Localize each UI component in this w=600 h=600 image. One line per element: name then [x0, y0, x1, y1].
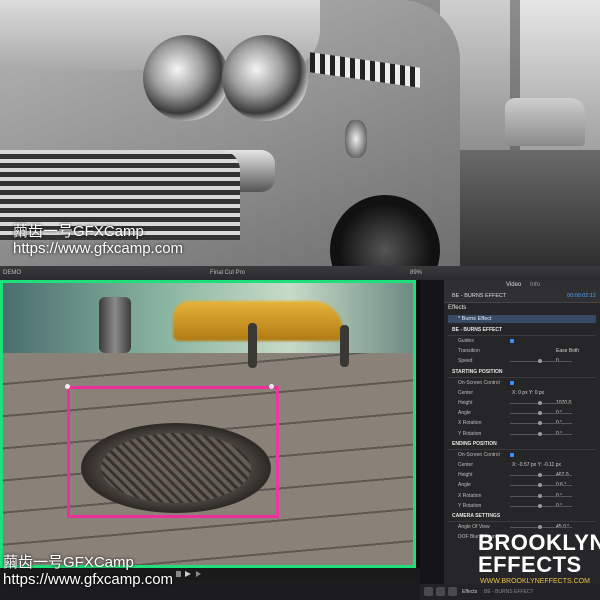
- slider-knob[interactable]: [538, 401, 542, 405]
- bollard: [248, 323, 257, 368]
- box-handle[interactable]: [269, 384, 274, 389]
- tool-icon[interactable]: [436, 587, 445, 596]
- param-slider[interactable]: [510, 411, 572, 416]
- param-slider[interactable]: [510, 525, 572, 529]
- param-slider[interactable]: [510, 493, 572, 498]
- divider: [448, 376, 596, 378]
- slider-knob[interactable]: [538, 359, 542, 364]
- blurred-taxi: [173, 301, 343, 341]
- brand-url: WWW.BROOKLYNEFFECTS.COM: [480, 578, 590, 585]
- background-cab: [505, 98, 585, 146]
- tool-icon[interactable]: [424, 587, 433, 596]
- end-position-box[interactable]: [67, 386, 279, 518]
- forward-icon[interactable]: [196, 571, 201, 577]
- param-label: On-Screen Control: [458, 451, 500, 458]
- param-value[interactable]: Ease Both: [556, 348, 579, 354]
- play-icon[interactable]: [185, 571, 191, 577]
- param-slider[interactable]: [510, 421, 572, 426]
- clip-header: BE - BURNS EFFECT 00:00:02:12: [444, 290, 600, 303]
- box-handle[interactable]: [65, 384, 70, 389]
- param-slider[interactable]: [510, 473, 572, 478]
- project-name: DEMO: [3, 270, 21, 276]
- side-lamp: [345, 120, 367, 158]
- slider-knob[interactable]: [538, 483, 542, 488]
- param-slider[interactable]: [510, 483, 572, 488]
- param-label: Speed: [458, 358, 473, 365]
- checkbox[interactable]: [510, 380, 514, 385]
- param-label: On-Screen Control: [458, 379, 500, 386]
- slider-knob[interactable]: [538, 473, 542, 478]
- effect-row[interactable]: * Burns Effect: [448, 315, 596, 323]
- param-section: ENDING POSITION: [452, 440, 497, 447]
- divider: [448, 521, 596, 522]
- barrel: [99, 297, 131, 353]
- slider-knob[interactable]: [538, 503, 542, 508]
- checkbox[interactable]: [510, 452, 514, 457]
- param-slider[interactable]: [510, 359, 572, 364]
- bottom-dock: Effects BE - BURNS EFFECT: [420, 584, 600, 600]
- param-slider[interactable]: [510, 431, 572, 436]
- bollard: [340, 325, 349, 367]
- divider: [448, 335, 596, 336]
- param-value[interactable]: X: -0.57 px Y: -0.11 px: [512, 462, 561, 468]
- param-label: Height: [458, 472, 473, 479]
- slider-knob[interactable]: [538, 421, 542, 426]
- effect-name: * Burns Effect: [458, 316, 492, 322]
- watermark-line2: https://www.gfxcamp.com: [13, 240, 184, 257]
- param-label: Center: [458, 389, 474, 396]
- watermark-line1: 繭齿一号GFXCamp: [3, 554, 134, 571]
- zoom-level[interactable]: 89%: [410, 270, 422, 276]
- brand-line2: EFFECTS: [478, 552, 582, 577]
- param-label: Transition: [458, 348, 480, 355]
- param-section: CAMERA SETTINGS: [452, 513, 501, 519]
- watermark-bottom: 繭齿一号GFXCamp https://www.gfxcamp.com: [3, 554, 173, 588]
- title-bar: DEMO Final Cut Pro 89%: [0, 266, 600, 280]
- dock-effect-name: BE - BURNS EFFECT: [484, 589, 534, 595]
- brand-line1: BROOKLYN: [478, 530, 600, 555]
- param-label: Height: [458, 400, 473, 406]
- tool-icon[interactable]: [448, 587, 457, 596]
- watermark-line2: https://www.gfxcamp.com: [3, 571, 174, 588]
- param-section: STARTING POSITION: [452, 368, 503, 375]
- clip-timecode: 00:00:02:12: [566, 293, 596, 299]
- param-slider[interactable]: [510, 401, 572, 405]
- param-label: X Rotation: [458, 420, 482, 427]
- param-label: X Rotation: [458, 492, 482, 499]
- dock-effects[interactable]: Effects: [462, 589, 477, 595]
- param-label: Angle: [458, 482, 471, 489]
- tab-info[interactable]: Info: [530, 282, 540, 288]
- viewer[interactable]: [0, 280, 420, 580]
- slider-knob[interactable]: [538, 525, 542, 529]
- taxi-photo: 繭齿一号GFXCamp https://www.gfxcamp.com: [0, 0, 600, 266]
- slider-knob[interactable]: [538, 431, 542, 436]
- video-frame[interactable]: [0, 280, 416, 568]
- stop-icon[interactable]: [176, 571, 181, 577]
- checkbox[interactable]: [510, 339, 514, 343]
- param-label: Y Rotation: [458, 502, 482, 509]
- slider-knob[interactable]: [538, 493, 542, 498]
- panel-divider[interactable]: [420, 280, 444, 584]
- divider: [448, 448, 596, 450]
- watermark-line1: 繭齿一号GFXCamp: [13, 223, 144, 240]
- headlight-right: [222, 35, 308, 121]
- param-label: Center: [458, 462, 474, 468]
- param-section: BE - BURNS EFFECT: [452, 327, 502, 333]
- param-label: Angle: [458, 410, 471, 417]
- param-slider[interactable]: [510, 503, 572, 508]
- clip-name: BE - BURNS EFFECT: [452, 293, 507, 299]
- app-title: Final Cut Pro: [210, 270, 246, 276]
- param-value[interactable]: X: 0 px Y: 0 px: [512, 390, 544, 396]
- slider-knob[interactable]: [538, 411, 542, 416]
- param-label: Y Rotation: [458, 430, 482, 437]
- tab-video[interactable]: Video: [506, 282, 521, 288]
- headlight-left: [143, 35, 229, 121]
- effects-section: Effects: [448, 305, 467, 311]
- inspector-tabs: Video Info: [444, 280, 600, 290]
- param-label: Guides: [458, 338, 474, 344]
- brand-logo: BROOKLYN EFFECTS: [478, 530, 600, 577]
- watermark-top: 繭齿一号GFXCamp https://www.gfxcamp.com: [13, 223, 183, 257]
